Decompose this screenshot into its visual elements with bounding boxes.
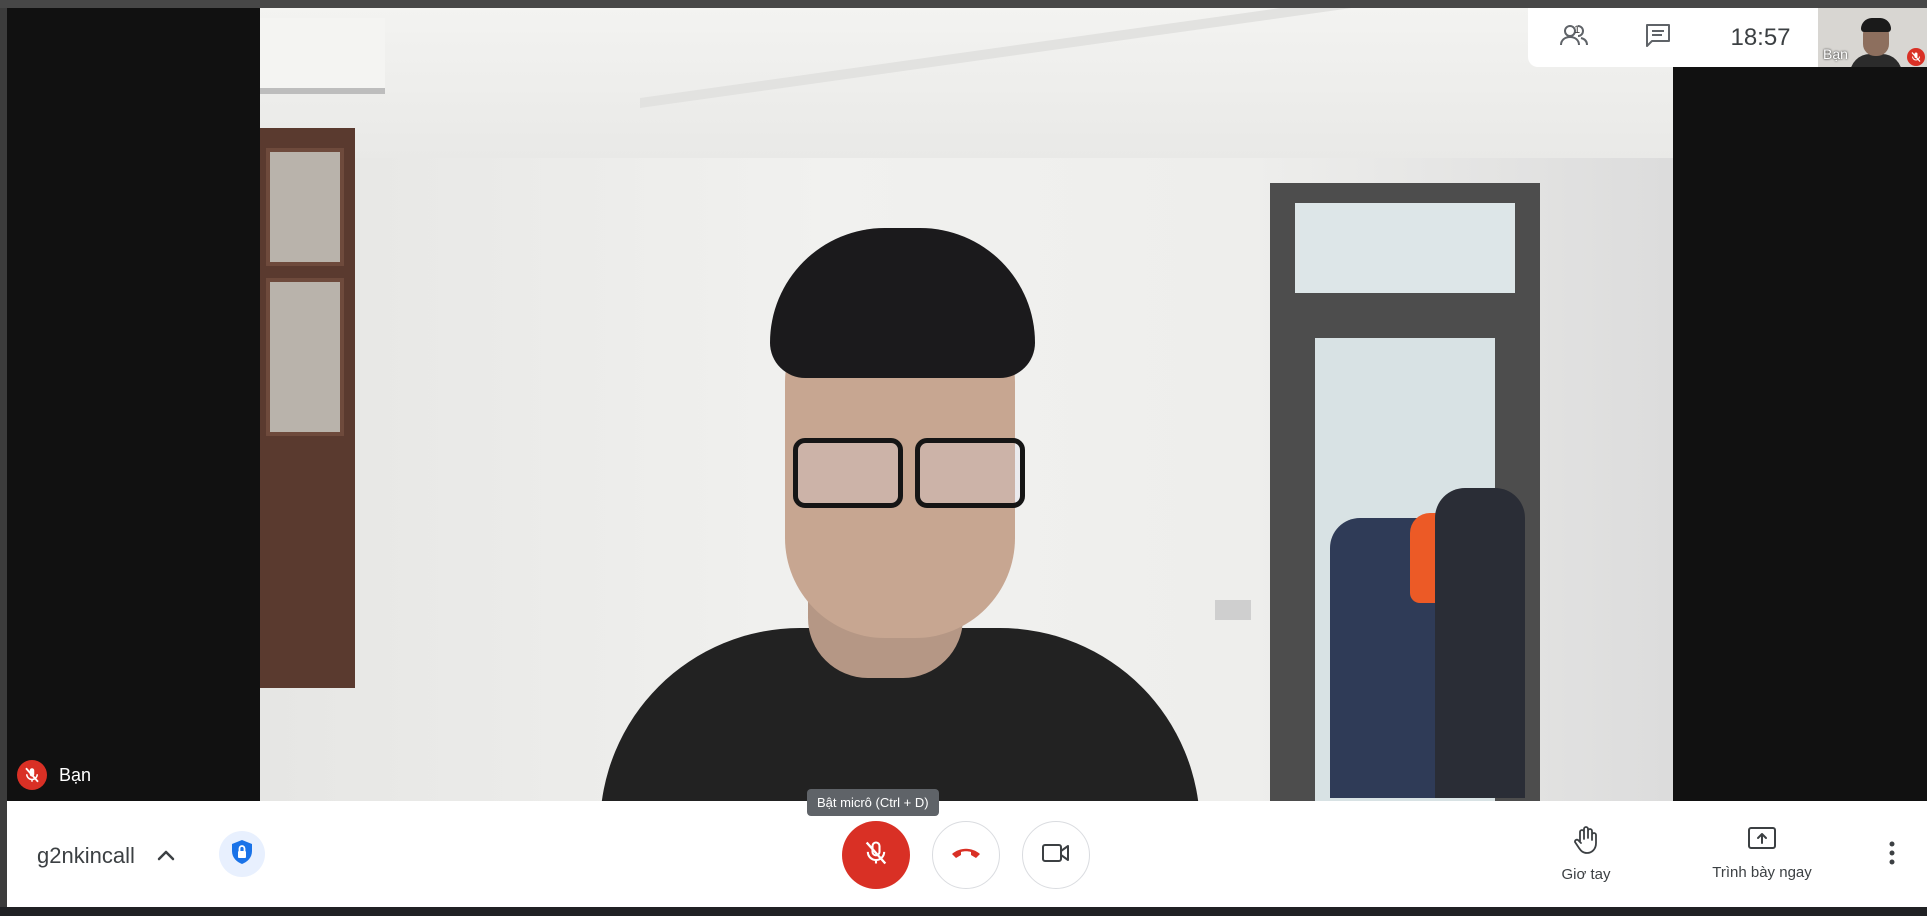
thumb-person-hair: [1861, 18, 1891, 32]
clock-time: 18:57: [1730, 23, 1791, 51]
video-coat: [1435, 488, 1525, 798]
glasses-lens: [915, 438, 1025, 508]
video-window: [260, 128, 355, 688]
unmute-mic-button[interactable]: [842, 821, 910, 889]
raise-hand-button[interactable]: Giơ tay: [1553, 825, 1619, 883]
video-person-glasses: [785, 428, 1025, 508]
video-ceiling: [260, 8, 1673, 158]
video-person-hair: [770, 228, 1035, 378]
present-screen-icon: [1747, 825, 1777, 858]
video-window-pane: [266, 278, 344, 436]
video-light-switch: [1215, 600, 1251, 620]
clock: 18:57: [1713, 8, 1808, 67]
chat-icon: [1644, 22, 1672, 53]
main-video-feed: [260, 8, 1673, 801]
chat-button[interactable]: [1623, 8, 1693, 67]
present-now-label: Trình bày ngay: [1712, 864, 1812, 881]
mic-off-icon: [862, 839, 890, 872]
participants-button[interactable]: 1: [1540, 8, 1610, 67]
raise-hand-label: Giơ tay: [1561, 866, 1611, 883]
main-video-name: Bạn: [59, 764, 92, 785]
camera-toggle-button[interactable]: [1022, 821, 1090, 889]
window-bottom-edge: [0, 907, 1927, 916]
mic-off-icon: [17, 760, 47, 790]
meeting-safety-button[interactable]: [219, 831, 265, 877]
videocam-icon: [1041, 842, 1071, 869]
video-stage: [7, 8, 1927, 801]
video-door-transom: [1295, 203, 1515, 293]
meeting-details-chip: 1 18:57: [1528, 8, 1818, 67]
mic-off-icon: [1907, 48, 1925, 66]
participants-count: 1: [1574, 24, 1581, 36]
more-vert-icon: [1888, 840, 1896, 871]
present-now-button[interactable]: Trình bày ngay: [1697, 825, 1827, 881]
main-video-name-tag: Bạn: [17, 760, 91, 790]
shield-lock-icon: [229, 838, 255, 871]
video-window-pane: [266, 148, 344, 266]
phone-hangup-icon: [950, 843, 982, 868]
window-top-edge: [0, 0, 1927, 8]
leave-call-button[interactable]: [932, 821, 1000, 889]
chevron-up-icon[interactable]: [153, 843, 179, 869]
video-air-conditioner: [260, 18, 385, 94]
more-options-button[interactable]: [1877, 837, 1907, 873]
self-view-thumbnail[interactable]: Bạn: [1818, 8, 1927, 67]
mic-tooltip: Bật micrô (Ctrl + D): [807, 789, 939, 816]
bottom-control-bar: g2nkincall Giơ tay Trình bày ngay: [7, 801, 1927, 907]
glasses-lens: [793, 438, 903, 508]
self-view-name: Bạn: [1823, 46, 1848, 62]
hand-icon: [1571, 825, 1601, 860]
meeting-name[interactable]: g2nkincall: [37, 843, 135, 869]
